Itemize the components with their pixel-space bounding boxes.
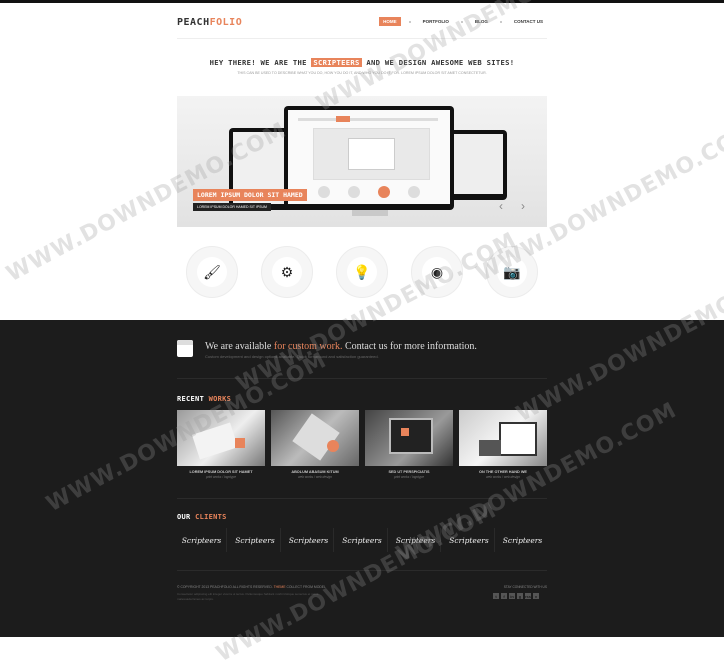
slide-caption-sub: LOREM IPSUM DOLOR HAMED SIT IPSUM bbox=[193, 203, 271, 211]
twitter-icon[interactable]: t bbox=[493, 593, 499, 599]
clients-row: Scripteers Scripteers Scripteers Scripte… bbox=[177, 528, 547, 552]
film-reel-icon: ◉ bbox=[422, 257, 452, 287]
section-divider bbox=[177, 498, 547, 499]
clients-title-pre: OUR bbox=[177, 513, 191, 521]
work-thumbnail[interactable] bbox=[365, 410, 453, 466]
slide-caption: LOREM IPSUM DOLOR SIT HAMED bbox=[193, 189, 307, 201]
work-subtitle: print works / logotype bbox=[393, 475, 425, 479]
feature-icons: 🖌 ⚙ 💡 ◉ 📷 bbox=[186, 246, 538, 298]
work-title: LOREM IPSUM DOLOR SIT HAMET bbox=[189, 470, 253, 474]
slide-monitor-center bbox=[284, 106, 454, 210]
availability-title-pre: We are available bbox=[205, 341, 272, 352]
feature-lightbulb[interactable]: 💡 bbox=[336, 246, 388, 298]
client-logo[interactable]: Scripteers bbox=[445, 528, 495, 552]
nav-separator bbox=[460, 20, 463, 23]
brush-icon: 🖌 bbox=[197, 257, 227, 287]
work-subtitle: web works / web design bbox=[486, 475, 520, 479]
header-divider bbox=[177, 38, 547, 39]
logo-prefix: PEACH bbox=[177, 17, 210, 28]
work-thumbnail[interactable] bbox=[271, 410, 359, 466]
copyright-accent[interactable]: THEME bbox=[274, 585, 286, 589]
google-icon[interactable]: g bbox=[517, 593, 523, 599]
work-thumbnail[interactable] bbox=[177, 410, 265, 466]
recent-works-grid: LOREM IPSUM DOLOR SIT HAMET print works … bbox=[177, 410, 547, 479]
slider-next-arrow[interactable]: › bbox=[521, 199, 525, 213]
nav-home[interactable]: HOME bbox=[379, 17, 401, 26]
stay-connected-label: STAY CONNECTED WITH US bbox=[503, 585, 547, 589]
hero-slider[interactable]: LOREM IPSUM DOLOR SIT HAMED LOREM IPSUM … bbox=[177, 96, 547, 227]
lightbulb-icon: 💡 bbox=[347, 257, 377, 287]
linkedin-icon[interactable]: in bbox=[509, 593, 515, 599]
vimeo-icon[interactable]: v bbox=[533, 593, 539, 599]
social-links: t f in g rss v bbox=[493, 593, 539, 599]
headline-pre: HEY THERE! WE ARE THE bbox=[209, 58, 307, 67]
availability-title: We are available for custom work. Contac… bbox=[205, 341, 477, 352]
gear-icon: ⚙ bbox=[272, 257, 302, 287]
client-logo[interactable]: Scripteers bbox=[177, 528, 227, 552]
intro-headline: HEY THERE! WE ARE THE SCRIPTEERS AND WE … bbox=[177, 58, 547, 67]
client-logo[interactable]: Scripteers bbox=[231, 528, 281, 552]
headline-highlight: SCRIPTEERS bbox=[311, 58, 362, 67]
main-nav: HOME PORTFOLIO BLOG CONTACT US bbox=[379, 17, 547, 26]
section-divider bbox=[177, 570, 547, 571]
footer-fine-print: Consectetur adipiscing elit integer vive… bbox=[177, 592, 319, 601]
rss-icon[interactable]: rss bbox=[525, 593, 531, 599]
nav-blog[interactable]: BLOG bbox=[471, 17, 492, 26]
facebook-icon[interactable]: f bbox=[501, 593, 507, 599]
recent-works-title-pre: RECENT bbox=[177, 395, 205, 403]
site-header: PEACHFOLIO HOME PORTFOLIO BLOG CONTACT U… bbox=[177, 12, 547, 34]
top-bar bbox=[0, 0, 724, 3]
slider-prev-arrow[interactable]: ‹ bbox=[499, 199, 503, 213]
client-logo[interactable]: Scripteers bbox=[338, 528, 388, 552]
work-subtitle: print works / logotype bbox=[205, 475, 237, 479]
monitor-stand bbox=[352, 210, 388, 216]
recent-works-title-accent: WORKS bbox=[208, 395, 232, 403]
client-logo[interactable]: Scripteers bbox=[284, 528, 334, 552]
feature-film-reel[interactable]: ◉ bbox=[411, 246, 463, 298]
headline-post: AND WE DESIGN AWESOME WEB SITES! bbox=[366, 58, 515, 67]
clients-title-accent: CLIENTS bbox=[195, 513, 227, 521]
calendar-icon bbox=[177, 340, 193, 357]
site-logo[interactable]: PEACHFOLIO bbox=[177, 17, 242, 28]
work-title: SED UT PERSPICIATIS bbox=[388, 470, 430, 474]
copyright-line: © COPYRIGHT 2013 PEACHFOLIO ALL RIGHTS R… bbox=[177, 585, 326, 589]
copyright-pre: © COPYRIGHT 2013 PEACHFOLIO ALL RIGHTS R… bbox=[177, 585, 273, 589]
feature-camera[interactable]: 📷 bbox=[486, 246, 538, 298]
nav-separator bbox=[499, 20, 502, 23]
availability-title-mid: for custom work. bbox=[273, 341, 343, 352]
camera-icon: 📷 bbox=[497, 257, 527, 287]
work-title: ON THE OTHER HAND WE bbox=[479, 470, 527, 474]
availability-subtitle: Custom development and design options av… bbox=[205, 354, 379, 359]
work-title: ABOLUM ABASUM KITUM bbox=[291, 470, 339, 474]
availability-title-post: Contact us for more information. bbox=[344, 341, 477, 352]
copyright-post: COLLECT FROM MODEL bbox=[286, 585, 326, 589]
availability-banner: We are available for custom work. Contac… bbox=[177, 340, 547, 370]
work-item[interactable]: ABOLUM ABASUM KITUM web works / web desi… bbox=[271, 410, 359, 479]
intro-subline: THIS CAN BE USED TO DESCRIBE WHAT YOU DO… bbox=[237, 71, 487, 75]
work-subtitle: web works / web design bbox=[298, 475, 332, 479]
client-logo[interactable]: Scripteers bbox=[391, 528, 441, 552]
feature-brush[interactable]: 🖌 bbox=[186, 246, 238, 298]
clients-title: OUR CLIENTS bbox=[177, 513, 227, 521]
feature-gear[interactable]: ⚙ bbox=[261, 246, 313, 298]
work-item[interactable]: ON THE OTHER HAND WE web works / web des… bbox=[459, 410, 547, 479]
nav-portfolio[interactable]: PORTFOLIO bbox=[419, 17, 453, 26]
logo-suffix: FOLIO bbox=[209, 17, 243, 28]
client-logo[interactable]: Scripteers bbox=[498, 528, 547, 552]
work-thumbnail[interactable] bbox=[459, 410, 547, 466]
nav-contact[interactable]: CONTACT US bbox=[510, 17, 547, 26]
recent-works-title: RECENT WORKS bbox=[177, 395, 231, 403]
nav-separator bbox=[408, 20, 411, 23]
work-item[interactable]: LOREM IPSUM DOLOR SIT HAMET print works … bbox=[177, 410, 265, 479]
section-divider bbox=[177, 378, 547, 379]
work-item[interactable]: SED UT PERSPICIATIS print works / logoty… bbox=[365, 410, 453, 479]
